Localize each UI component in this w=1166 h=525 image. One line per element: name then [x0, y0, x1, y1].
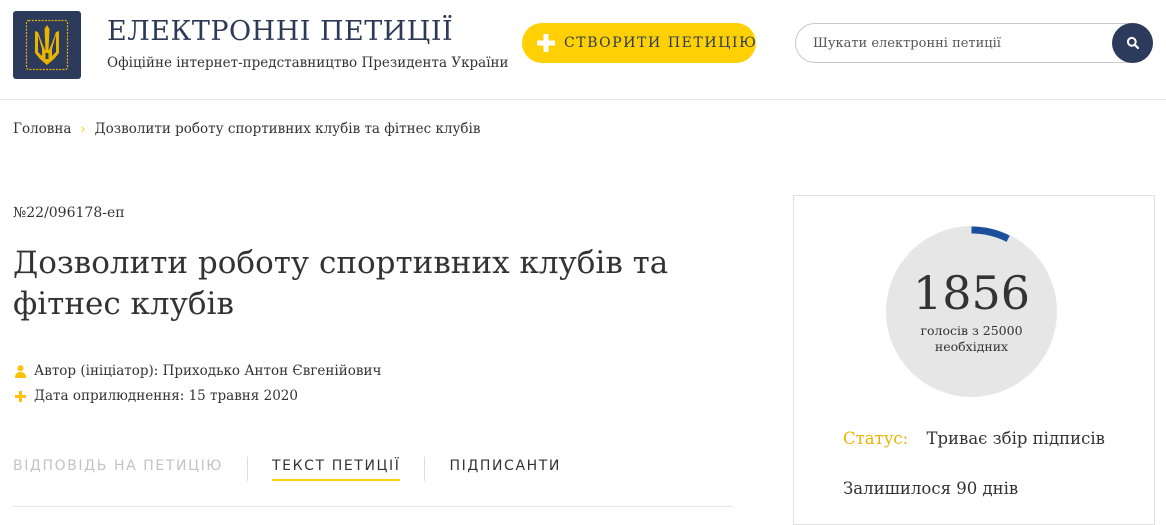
petition-title: Дозволити роботу спортивних клубів та фі… [13, 245, 669, 322]
trident-icon[interactable] [13, 11, 81, 79]
search-icon [1126, 36, 1139, 50]
author-text: Автор (ініціатор): Приходько Антон Євген… [34, 363, 382, 379]
tab-divider [247, 457, 249, 481]
create-petition-label: СТВОРИТИ ПЕТИЦІЮ [564, 35, 758, 51]
search-input[interactable] [813, 33, 1093, 53]
status-value: Триває збір підписів [926, 429, 1105, 448]
vote-progress-circle: 1856 голосів з 25000 необхідних [886, 226, 1057, 397]
petition-status: Статус: Триває збір підписів [843, 429, 1105, 448]
site-subtitle: Офіційне інтернет-представництво Президе… [107, 55, 509, 71]
tab-signers[interactable]: ПІДПИСАНТИ [449, 458, 561, 479]
petition-date: Дата оприлюднення: 15 травня 2020 [13, 388, 298, 404]
breadcrumb-home-link[interactable]: Головна [13, 121, 71, 137]
tab-divider [424, 457, 426, 481]
plus-icon [537, 34, 555, 52]
vote-count: 1856 [912, 266, 1031, 320]
tabs-divider-line [13, 506, 733, 507]
search-box [795, 23, 1153, 63]
chevron-right-icon: › [80, 121, 86, 137]
tab-answer[interactable]: ВІДПОВІДЬ НА ПЕТИЦІЮ [13, 458, 223, 479]
date-text: Дата оприлюднення: 15 травня 2020 [34, 388, 298, 404]
vote-label-line2: необхідних [934, 339, 1009, 354]
user-icon [13, 364, 27, 378]
site-header: ЕЛЕКТРОННІ ПЕТИЦІЇ Офіційне інтернет-пре… [0, 0, 1166, 100]
petition-author: Автор (ініціатор): Приходько Антон Євген… [13, 363, 381, 379]
tab-petition-text[interactable]: ТЕКСТ ПЕТИЦІЇ [272, 458, 401, 481]
petition-tabs: ВІДПОВІДЬ НА ПЕТИЦІЮ ТЕКСТ ПЕТИЦІЇ ПІДПИ… [13, 457, 561, 481]
breadcrumb: Головна › Дозволити роботу спортивних кл… [13, 121, 480, 137]
site-title[interactable]: ЕЛЕКТРОННІ ПЕТИЦІЇ [107, 16, 453, 47]
breadcrumb-current: Дозволити роботу спортивних клубів та фі… [94, 121, 481, 137]
plus-icon [13, 390, 27, 402]
vote-label: голосів з 25000 необхідних [886, 323, 1057, 355]
vote-label-line1: голосів з 25000 [920, 323, 1023, 338]
create-petition-button[interactable]: СТВОРИТИ ПЕТИЦІЮ [522, 23, 756, 63]
status-label: Статус: [843, 429, 909, 448]
days-remaining: Залишилося 90 днів [843, 479, 1019, 498]
search-button[interactable] [1112, 23, 1153, 63]
petition-number: №22/096178-еп [13, 205, 125, 221]
